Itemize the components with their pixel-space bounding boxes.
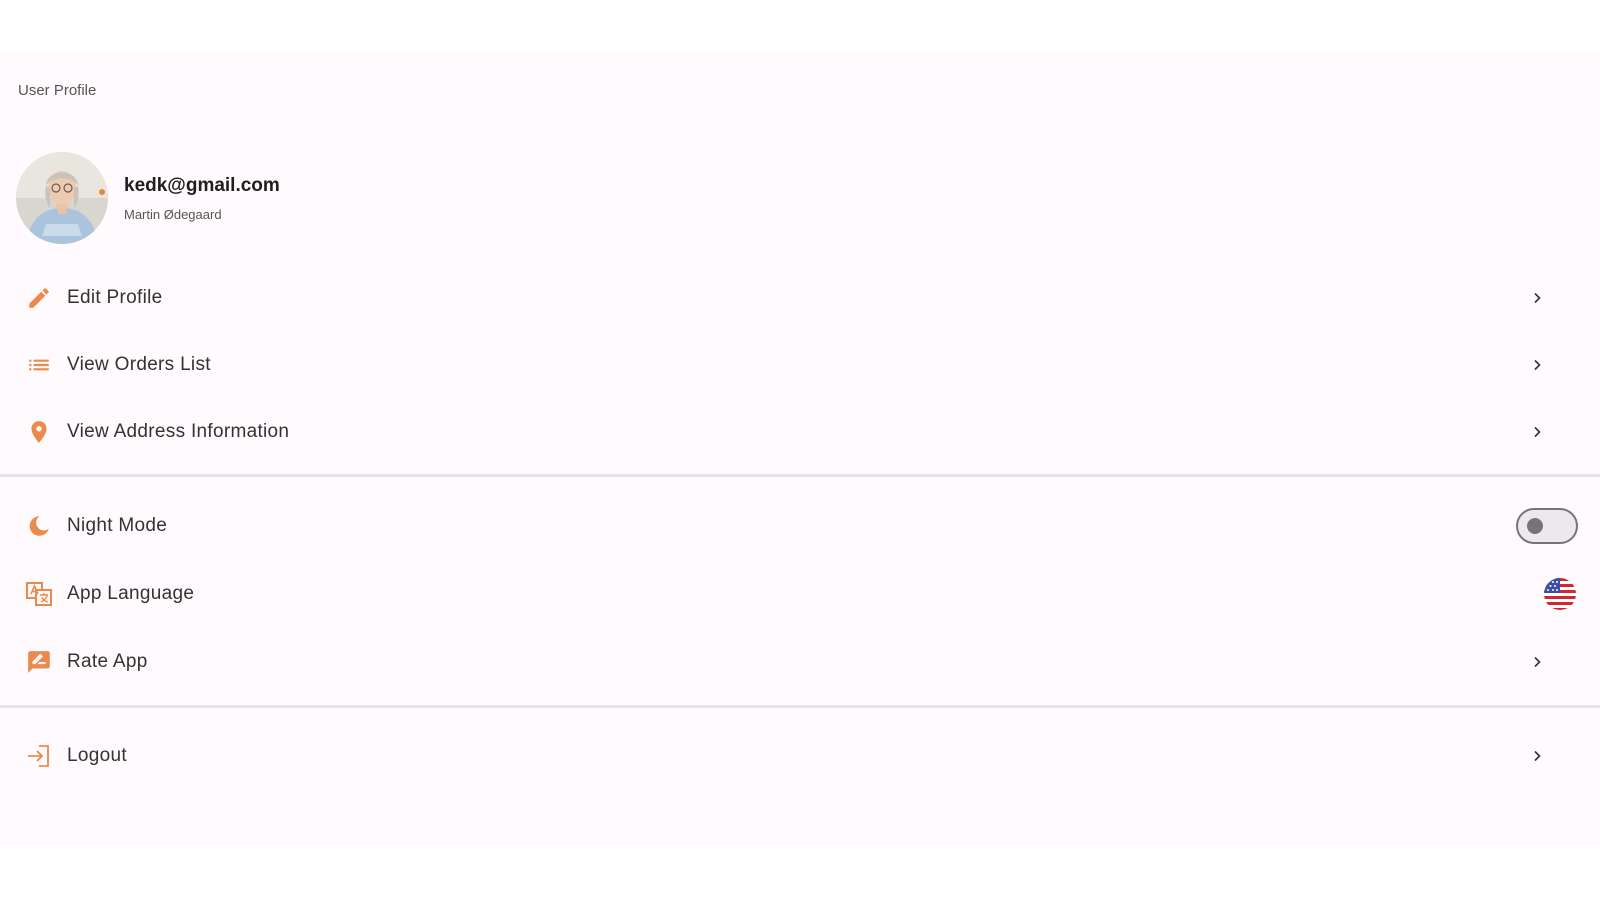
menu-item-night-mode[interactable]: Night Mode: [0, 493, 1600, 559]
list-icon: [25, 351, 53, 379]
moon-icon: [25, 512, 53, 540]
menu-item-label: Rate App: [67, 651, 148, 672]
menu-item-label: App Language: [67, 583, 195, 604]
chevron-right-icon: [1530, 358, 1544, 372]
menu-item-app-language[interactable]: App Language: [0, 561, 1600, 627]
menu-item-rate-app[interactable]: Rate App: [0, 629, 1600, 695]
night-mode-toggle[interactable]: [1516, 508, 1578, 544]
chevron-right-icon: [1530, 425, 1544, 439]
page-title: User Profile: [18, 82, 97, 99]
location-pin-icon: [25, 418, 53, 446]
avatar[interactable]: [16, 152, 108, 244]
toggle-knob: [1527, 518, 1543, 534]
chevron-right-icon: [1530, 291, 1544, 305]
profile-email: kedk@gmail.com: [124, 174, 280, 196]
rate-review-icon: [25, 648, 53, 676]
chevron-right-icon: [1530, 655, 1544, 669]
profile-header: kedk@gmail.com Martin Ødegaard: [16, 152, 280, 244]
menu-item-logout[interactable]: Logout: [0, 723, 1600, 789]
pencil-icon: [25, 284, 53, 312]
menu-item-edit-profile[interactable]: Edit Profile: [0, 265, 1600, 331]
menu-item-label: Logout: [67, 745, 127, 766]
translate-icon: [25, 580, 53, 608]
menu-item-view-address[interactable]: View Address Information: [0, 399, 1600, 465]
menu-item-label: View Orders List: [67, 354, 211, 375]
chevron-right-icon: [1530, 749, 1544, 763]
section-divider: [0, 705, 1600, 708]
menu-item-label: Night Mode: [67, 515, 168, 536]
profile-name: Martin Ødegaard: [124, 206, 222, 222]
profile-screen: User Profile kedk@gmail.com Martin Ødega…: [0, 52, 1600, 846]
menu-item-view-orders[interactable]: View Orders List: [0, 332, 1600, 398]
logout-icon: [25, 742, 53, 770]
us-flag-icon[interactable]: [1544, 578, 1576, 610]
menu-item-label: View Address Information: [67, 421, 290, 442]
section-divider: [0, 474, 1600, 477]
menu-item-label: Edit Profile: [67, 287, 163, 308]
